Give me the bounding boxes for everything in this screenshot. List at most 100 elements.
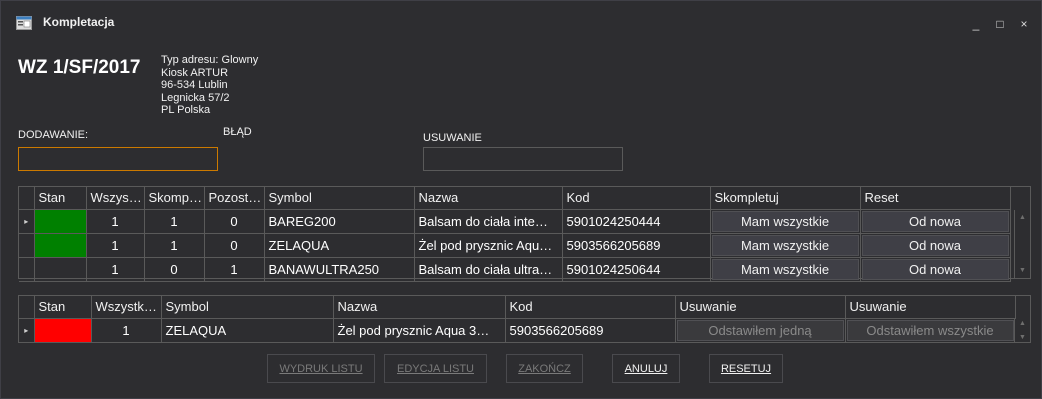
picking-scrollbar[interactable]: ▲ ▼ bbox=[1014, 210, 1030, 278]
picking-header-row: Stan Wszys… Skomp… Pozost… Symbol Nazwa … bbox=[19, 187, 1011, 210]
address-country: PL Polska bbox=[161, 104, 211, 116]
print-list-button[interactable]: WYDRUK LISTU bbox=[267, 354, 375, 383]
row-selector-icon[interactable]: ▸ bbox=[19, 318, 35, 343]
remaining-cell: 1 bbox=[204, 257, 265, 282]
removal-header-row: Stan Wszystk… Symbol Nazwa Kod Usuwanie … bbox=[19, 296, 1016, 319]
column-header-total[interactable]: Wszys… bbox=[86, 187, 145, 210]
picking-grid[interactable]: Stan Wszys… Skomp… Pozost… Symbol Nazwa … bbox=[18, 186, 1031, 282]
start-over-button[interactable]: Od nowa bbox=[861, 210, 1009, 232]
code-cell: 5901024250644 bbox=[562, 257, 711, 282]
removal-scrollbar[interactable]: ▲ ▼ bbox=[1014, 319, 1030, 342]
completed-cell: 1 bbox=[144, 209, 205, 234]
column-header-name[interactable]: Nazwa bbox=[414, 187, 563, 210]
name-cell: Balsam do ciała ultra… bbox=[414, 257, 563, 282]
table-row[interactable]: 1 0 1 BANAWULTRA250 Balsam do ciała ultr… bbox=[19, 257, 1011, 282]
scroll-down-icon[interactable]: ▼ bbox=[1015, 334, 1030, 341]
column-header-status[interactable]: Stan bbox=[34, 187, 87, 210]
total-cell: 1 bbox=[86, 257, 145, 282]
removal-table: Stan Wszystk… Symbol Nazwa Kod Usuwanie … bbox=[19, 296, 1016, 343]
column-header-name[interactable]: Nazwa bbox=[333, 296, 506, 319]
code-cell: 5903566205689 bbox=[505, 318, 676, 343]
column-header-total[interactable]: Wszystk… bbox=[91, 296, 162, 319]
row-header-corner bbox=[19, 187, 35, 210]
reset-button[interactable]: RESETUJ bbox=[709, 354, 783, 383]
column-header-remaining[interactable]: Pozost… bbox=[204, 187, 265, 210]
removed-one-button[interactable]: Odstawiłem jedną bbox=[676, 319, 844, 341]
picking-table: Stan Wszys… Skomp… Pozost… Symbol Nazwa … bbox=[19, 187, 1011, 282]
column-header-symbol[interactable]: Symbol bbox=[161, 296, 334, 319]
address-city: 96-534 Lublin bbox=[161, 79, 228, 91]
have-all-button[interactable]: Mam wszystkie bbox=[711, 234, 859, 256]
remove-input[interactable] bbox=[423, 147, 623, 171]
address-type: Typ adresu: Glowny bbox=[161, 54, 259, 66]
have-all-button[interactable]: Mam wszystkie bbox=[711, 258, 859, 280]
status-cell bbox=[34, 209, 87, 234]
column-header-completed[interactable]: Skomp… bbox=[144, 187, 205, 210]
symbol-cell: ZELAQUA bbox=[264, 233, 415, 258]
status-cell bbox=[34, 257, 87, 282]
reset-cell: Od nowa bbox=[860, 257, 1011, 282]
completed-cell: 1 bbox=[144, 233, 205, 258]
table-row[interactable]: ▸ 1 ZELAQUA Żel pod prysznic Aqua 3… 590… bbox=[19, 318, 1016, 343]
window-title: Kompletacja bbox=[43, 15, 115, 29]
removed-all-button[interactable]: Odstawiłem wszystkie bbox=[846, 319, 1014, 341]
column-header-status[interactable]: Stan bbox=[34, 296, 92, 319]
address-name: Kiosk ARTUR bbox=[161, 66, 229, 79]
total-cell: 1 bbox=[86, 209, 145, 234]
total-cell: 1 bbox=[86, 233, 145, 258]
column-header-remove-all[interactable]: Usuwanie bbox=[845, 296, 1016, 319]
maximize-icon[interactable]: □ bbox=[993, 17, 1007, 31]
column-header-remove-one[interactable]: Usuwanie bbox=[675, 296, 846, 319]
finish-button[interactable]: ZAKOŃCZ bbox=[506, 354, 583, 383]
add-input[interactable] bbox=[18, 147, 218, 171]
row-selector-icon[interactable]: ▸ bbox=[19, 209, 35, 234]
have-all-button[interactable]: Mam wszystkie bbox=[711, 210, 859, 232]
complete-cell: Mam wszystkie bbox=[710, 233, 861, 258]
scroll-up-icon[interactable]: ▲ bbox=[1015, 214, 1030, 221]
column-header-symbol[interactable]: Symbol bbox=[264, 187, 415, 210]
minimize-icon[interactable]: _ bbox=[969, 17, 983, 31]
total-cell: 1 bbox=[91, 318, 162, 343]
removal-grid[interactable]: Stan Wszystk… Symbol Nazwa Kod Usuwanie … bbox=[18, 295, 1031, 343]
scroll-down-icon[interactable]: ▼ bbox=[1015, 267, 1030, 274]
close-icon[interactable]: × bbox=[1017, 17, 1031, 31]
name-cell: Żel pod prysznic Aqua 3… bbox=[333, 318, 506, 343]
table-row[interactable]: 1 1 0 ZELAQUA Żel pod prysznic Aqu… 5903… bbox=[19, 233, 1011, 258]
document-number: WZ 1/SF/2017 bbox=[18, 57, 141, 78]
name-cell: Żel pod prysznic Aqu… bbox=[414, 233, 563, 258]
status-cell bbox=[34, 318, 92, 343]
remove-label: USUWANIE bbox=[423, 132, 482, 144]
start-over-button[interactable]: Od nowa bbox=[861, 258, 1009, 280]
title-bar[interactable]: Kompletacja _ □ × bbox=[1, 1, 1041, 45]
row-selector-icon[interactable] bbox=[19, 233, 35, 258]
reset-cell: Od nowa bbox=[860, 209, 1011, 234]
error-label: BŁĄD bbox=[223, 126, 252, 138]
address-block: Typ adresu: Glowny Kiosk ARTUR 96-534 Lu… bbox=[161, 54, 258, 117]
code-cell: 5901024250444 bbox=[562, 209, 711, 234]
column-header-code[interactable]: Kod bbox=[505, 296, 676, 319]
column-header-reset[interactable]: Reset bbox=[860, 187, 1011, 210]
remove-one-cell: Odstawiłem jedną bbox=[675, 318, 846, 343]
edit-list-button[interactable]: EDYCJA LISTU bbox=[384, 354, 487, 383]
remaining-cell: 0 bbox=[204, 209, 265, 234]
completed-cell: 0 bbox=[144, 257, 205, 282]
symbol-cell: BANAWULTRA250 bbox=[264, 257, 415, 282]
address-street: Legnicka 57/2 bbox=[161, 91, 230, 104]
name-cell: Balsam do ciała inte… bbox=[414, 209, 563, 234]
column-header-complete[interactable]: Skompletuj bbox=[710, 187, 861, 210]
complete-cell: Mam wszystkie bbox=[710, 209, 861, 234]
table-row[interactable]: ▸ 1 1 0 BAREG200 Balsam do ciała inte… 5… bbox=[19, 209, 1011, 234]
remaining-cell: 0 bbox=[204, 233, 265, 258]
symbol-cell: BAREG200 bbox=[264, 209, 415, 234]
window-controls: _ □ × bbox=[969, 17, 1031, 31]
row-header-corner bbox=[19, 296, 35, 319]
scroll-up-icon[interactable]: ▲ bbox=[1015, 320, 1030, 327]
symbol-cell: ZELAQUA bbox=[161, 318, 334, 343]
add-label: DODAWANIE: bbox=[18, 129, 89, 141]
start-over-button[interactable]: Od nowa bbox=[861, 234, 1009, 256]
column-header-code[interactable]: Kod bbox=[562, 187, 711, 210]
status-cell bbox=[34, 233, 87, 258]
complete-cell: Mam wszystkie bbox=[710, 257, 861, 282]
cancel-button[interactable]: ANULUJ bbox=[612, 354, 680, 383]
row-selector-icon[interactable] bbox=[19, 257, 35, 282]
